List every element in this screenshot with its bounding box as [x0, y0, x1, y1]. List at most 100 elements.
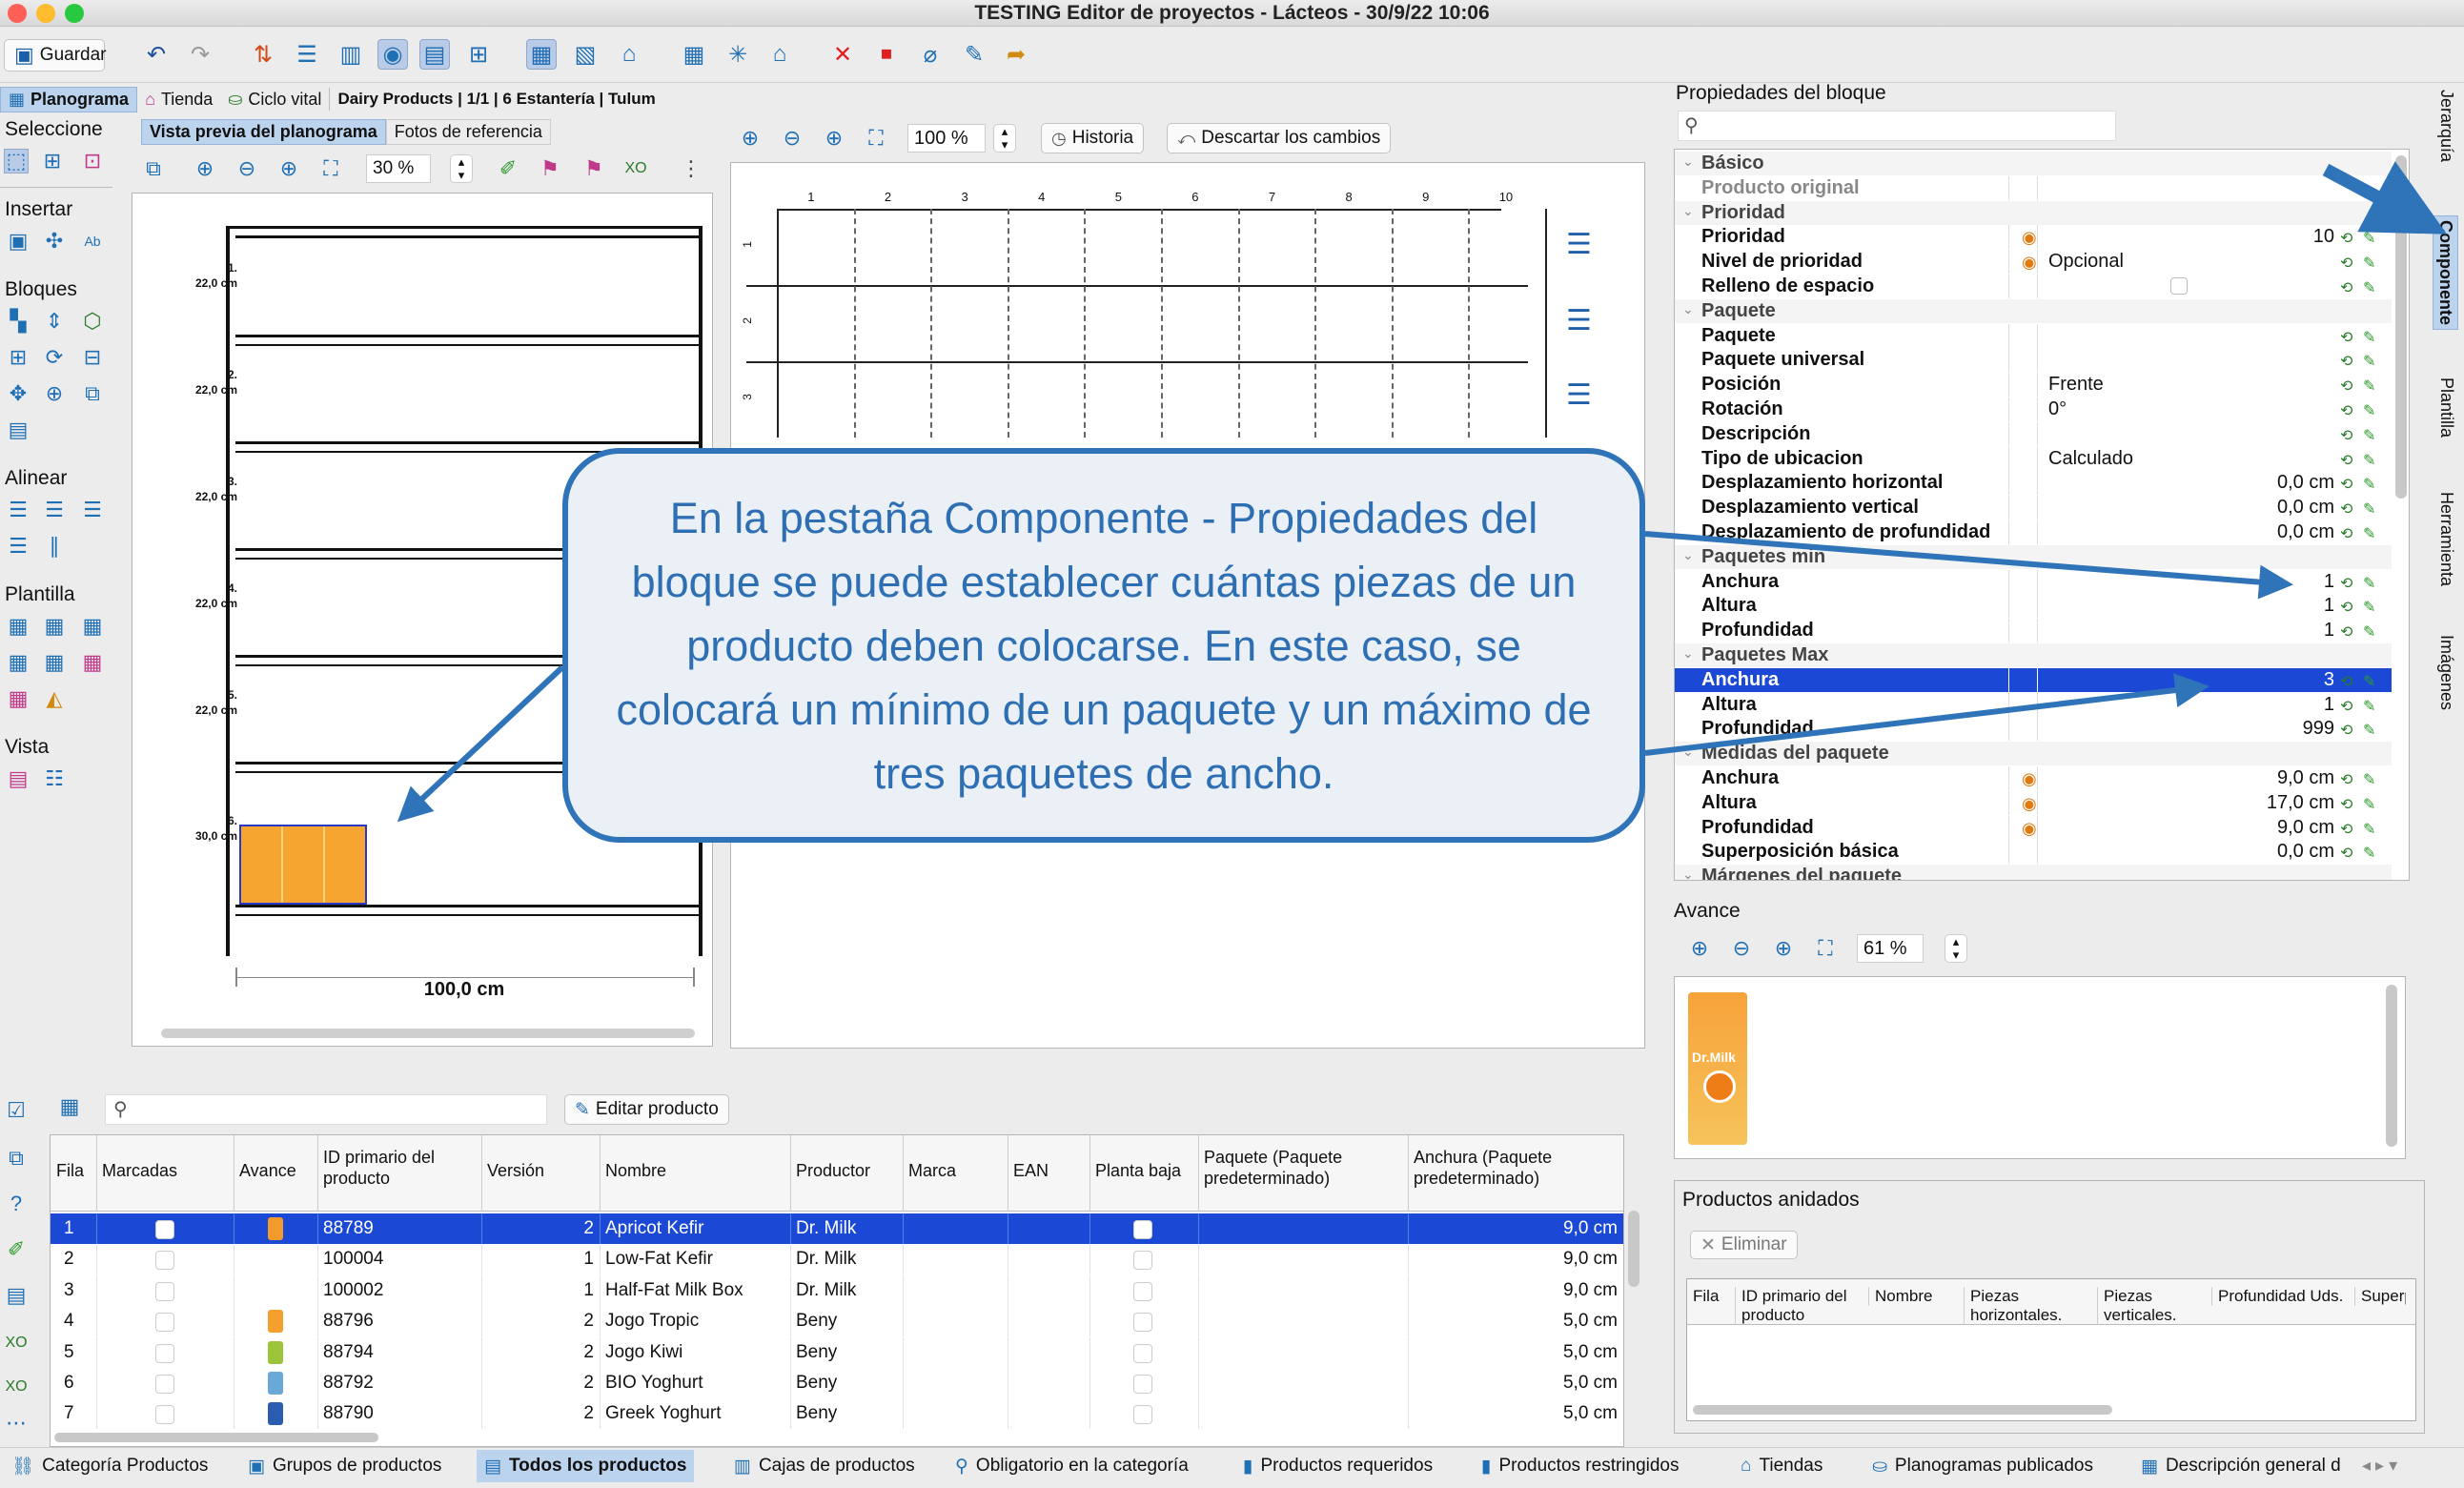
reset-icon[interactable]: ⟲	[2340, 254, 2357, 272]
nested-column-header[interactable]: Piezas verticales.	[2097, 1287, 2202, 1325]
insert-cross-icon[interactable]: ✣	[42, 229, 67, 254]
editor-zoom-field[interactable]: 100 %	[907, 124, 986, 153]
pin-icon[interactable]: ✎	[2363, 278, 2380, 296]
property-row[interactable]: Anchura 1 ⟲ ✎	[1675, 569, 2392, 594]
property-number[interactable]: 0,0 cm	[2277, 521, 2334, 543]
pin-icon[interactable]: ✎	[2363, 328, 2380, 346]
property-number[interactable]: 1	[2324, 571, 2334, 593]
priority-coin-icon[interactable]: ◉	[2022, 819, 2037, 839]
priority-coin-icon[interactable]: ◉	[2022, 228, 2037, 248]
ground-floor-checkbox[interactable]	[1133, 1405, 1152, 1425]
property-row[interactable]: Desplazamiento de profundidad 0,0 cm ⟲ ✎	[1675, 520, 2392, 544]
property-value[interactable]: 0°	[2048, 398, 2067, 420]
property-row[interactable]: Altura ◉ 17,0 cm ⟲ ✎	[1675, 790, 2392, 815]
bottom-tab[interactable]: ⛓ Categoría Productos	[4, 1450, 215, 1482]
column-header[interactable]: Productor	[796, 1160, 899, 1181]
column-header[interactable]: Anchura (Paquete predeterminado)	[1414, 1147, 1619, 1189]
property-value[interactable]: Calculado	[2048, 448, 2133, 470]
fixtures-icon[interactable]: ▧	[570, 39, 601, 70]
editor-zoom-stepper[interactable]: ▴ ▾	[993, 124, 1016, 153]
property-group[interactable]: ⌄ Básico	[1675, 152, 2392, 175]
pin-icon[interactable]: ✎	[2363, 697, 2380, 715]
nested-column-header[interactable]: Piezas horizontales.	[1964, 1287, 2087, 1325]
avance-scrollbar[interactable]	[2386, 985, 2397, 1147]
block-merge-icon[interactable]: ⊕	[42, 381, 67, 406]
reset-icon[interactable]: ⟲	[2340, 820, 2357, 838]
delete-icon[interactable]: ✕	[827, 39, 858, 70]
fit-icon[interactable]: ⧉	[141, 156, 166, 181]
insert-block-icon[interactable]: ▣	[6, 229, 31, 254]
pin-icon[interactable]: ✎	[2363, 254, 2380, 272]
insert-text-icon[interactable]: Ab	[80, 229, 105, 254]
template-e-icon[interactable]: ▦	[42, 650, 67, 675]
tab-ciclo-vital[interactable]: ⛀ Ciclo vital	[220, 88, 329, 112]
pin-icon[interactable]: ✎	[2363, 451, 2380, 469]
column-header[interactable]: Fila	[56, 1160, 92, 1181]
property-row[interactable]: Tipo de ubicacion Calculado ⟲ ✎	[1675, 446, 2392, 471]
align-left-icon[interactable]: ☰	[6, 498, 31, 522]
stop-icon[interactable]: ⏹	[871, 39, 902, 70]
template-d-icon[interactable]: ▦	[6, 650, 31, 675]
bottom-tab[interactable]: ▥ Cajas de productos	[726, 1450, 923, 1482]
space-fill-checkbox[interactable]	[2170, 277, 2188, 295]
avance-zoom-field[interactable]: 61 %	[1857, 934, 1924, 963]
reset-icon[interactable]: ⟲	[2340, 278, 2357, 296]
properties-scrollbar[interactable]	[2395, 155, 2407, 499]
reset-icon[interactable]: ⟲	[2340, 499, 2357, 518]
table-icon[interactable]: ▦	[679, 39, 709, 70]
xo-icon[interactable]: XO	[623, 156, 648, 181]
pin-icon[interactable]: ✎	[2363, 401, 2380, 419]
property-number[interactable]: 9,0 cm	[2277, 767, 2334, 789]
editor-zoom-out-icon[interactable]: ⊖	[780, 126, 804, 151]
zoom-stepper[interactable]: ▴ ▾	[450, 154, 473, 183]
avance-zoom-out-icon[interactable]: ⊖	[1729, 936, 1754, 961]
ground-floor-checkbox[interactable]	[1133, 1281, 1152, 1301]
paint-icon[interactable]: ✐	[496, 156, 520, 181]
bottom-tab[interactable]: ▤ Todos los productos	[477, 1450, 695, 1482]
nested-column-header[interactable]: Superp	[2354, 1287, 2406, 1306]
block-stretch-icon[interactable]: ⇕	[42, 309, 67, 334]
reset-icon[interactable]: ⟲	[2340, 672, 2357, 690]
bottom-tab[interactable]: ▮ Productos restringidos	[1474, 1450, 1687, 1482]
property-row[interactable]: Profundidad 1 ⟲ ✎	[1675, 619, 2392, 643]
view-b-icon[interactable]: ☷	[42, 766, 67, 791]
table-row[interactable]: 4 88796 2 Jogo Tropic Beny 5,0 cm	[51, 1306, 1623, 1337]
sort-icon[interactable]: ⇅	[248, 39, 278, 70]
block-move-icon[interactable]: ✥	[6, 381, 31, 406]
property-row[interactable]: Anchura 3 ⟲ ✎	[1675, 667, 2392, 692]
properties-search[interactable]: ⚲	[1678, 111, 2116, 141]
pin-icon[interactable]: ✎	[2363, 574, 2380, 592]
editor-zoom-in-icon[interactable]: ⊕	[738, 126, 763, 151]
tab-vista-previa[interactable]: Vista previa del planograma	[141, 118, 386, 145]
align-right-icon[interactable]: ☰	[80, 498, 105, 522]
grid-lines-icon[interactable]: ▤	[419, 39, 450, 70]
property-number[interactable]: 3	[2324, 669, 2334, 691]
camera-icon[interactable]: ◉	[377, 39, 408, 70]
property-number[interactable]: 9,0 cm	[2277, 817, 2334, 839]
tab-plantilla[interactable]: Plantilla	[2436, 377, 2456, 438]
nested-column-header[interactable]: Fila	[1693, 1287, 1731, 1306]
block-layout-icon[interactable]: ▤	[6, 418, 31, 442]
label-icon[interactable]: ⚑	[538, 156, 562, 181]
ground-floor-checkbox[interactable]	[1133, 1375, 1152, 1394]
table-settings-icon[interactable]: ▦	[57, 1094, 82, 1119]
marked-checkbox[interactable]	[155, 1405, 174, 1425]
history-button[interactable]: ◷ Historia	[1041, 123, 1145, 153]
planogram-mode-icon[interactable]: ▦	[526, 39, 557, 70]
reset-icon[interactable]: ⟲	[2340, 770, 2357, 788]
pin-icon[interactable]: ✎	[2363, 844, 2380, 862]
nested-column-header[interactable]: Nombre	[1868, 1287, 1954, 1306]
reset-icon[interactable]: ⟲	[2340, 328, 2357, 346]
shelf-align-icon-3[interactable]: ☰	[1566, 378, 1592, 412]
column-header[interactable]: Avance	[239, 1160, 314, 1181]
zoom-fit-icon[interactable]: ⛶	[318, 156, 343, 181]
more-icon[interactable]: ⋮	[679, 156, 703, 181]
tabs-scroll-arrows[interactable]: ◂ ▸ ▾	[2362, 1456, 2397, 1476]
align-center-icon[interactable]: ☰	[42, 498, 67, 522]
block-link-icon[interactable]: ⧉	[80, 381, 105, 406]
reset-icon[interactable]: ⟲	[2340, 574, 2357, 592]
reset-icon[interactable]: ⟲	[2340, 475, 2357, 493]
pin-icon[interactable]: ✎	[2363, 524, 2380, 542]
reset-icon[interactable]: ⟲	[2340, 622, 2357, 641]
marked-checkbox[interactable]	[155, 1375, 174, 1394]
